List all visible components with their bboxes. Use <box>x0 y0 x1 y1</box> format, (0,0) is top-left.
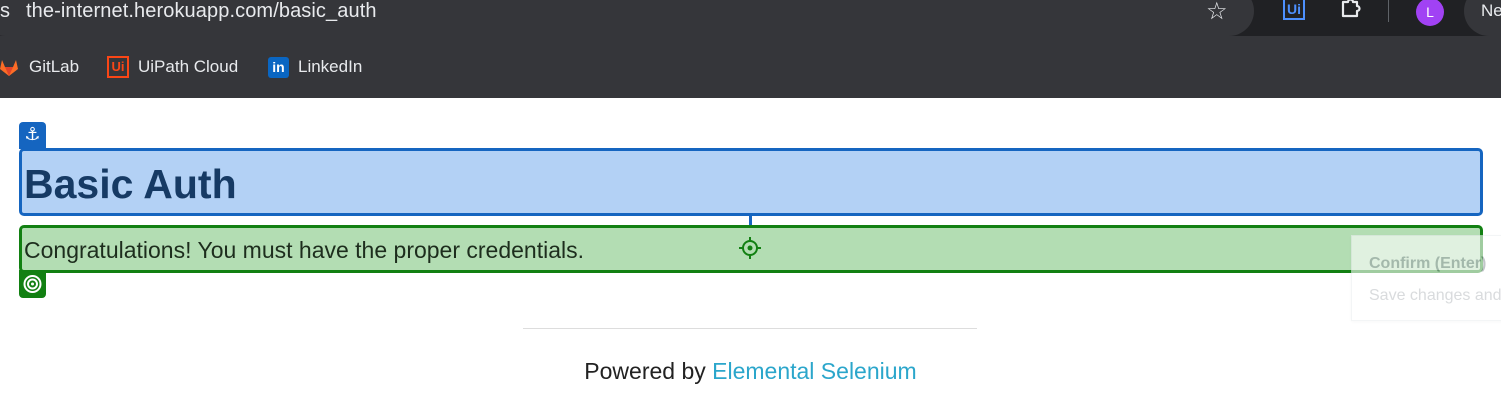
new-chip-label: Ne <box>1481 1 1501 20</box>
profile-avatar[interactable]: L <box>1416 0 1444 26</box>
gitlab-icon <box>0 60 18 76</box>
anchor-icon: ⚓ <box>19 122 46 149</box>
bookmarks-bar: GitLab Ui UiPath Cloud in LinkedIn <box>0 36 1501 98</box>
target-tag <box>19 270 46 298</box>
extensions-puzzle-icon[interactable] <box>1338 0 1362 20</box>
bookmark-uipath-cloud[interactable]: Ui UiPath Cloud <box>107 55 238 79</box>
bookmark-label: LinkedIn <box>298 57 363 76</box>
linkedin-icon: in <box>268 56 289 78</box>
success-message: Congratulations! You must have the prope… <box>24 237 585 263</box>
browser-toolbar: s the-internet.herokuapp.com/basic_auth … <box>0 0 1501 36</box>
uipath-extension-icon[interactable]: Ui <box>1283 0 1305 20</box>
bookmark-gitlab[interactable]: GitLab <box>0 55 79 79</box>
target-icon <box>23 275 42 293</box>
bookmark-linkedin[interactable]: in LinkedIn <box>268 55 362 79</box>
bookmark-star-icon[interactable]: ☆ <box>1206 0 1228 24</box>
confirm-title[interactable]: Confirm (Enter) <box>1369 255 1486 273</box>
confirm-subtitle: Save changes and <box>1369 287 1501 304</box>
bookmark-label: GitLab <box>29 57 80 76</box>
site-info-icon-fragment[interactable]: s <box>0 0 10 22</box>
page-footer: Powered by Elemental Selenium <box>0 358 1501 385</box>
bookmark-label: UiPath Cloud <box>138 57 239 76</box>
elemental-selenium-link[interactable]: Elemental Selenium <box>712 358 917 384</box>
new-chrome-available-chip[interactable]: Ne <box>1464 0 1501 36</box>
crosshair-icon <box>739 237 761 259</box>
address-bar-url[interactable]: the-internet.herokuapp.com/basic_auth <box>26 0 377 22</box>
toolbar-divider <box>1388 0 1389 22</box>
page-title: Basic Auth <box>24 161 237 207</box>
footer-divider <box>523 328 977 329</box>
confirm-popup[interactable]: Confirm (Enter) Save changes and <box>1351 235 1501 321</box>
footer-prefix: Powered by <box>584 358 713 384</box>
anchor-highlight-box: Basic Auth <box>19 148 1483 216</box>
uipath-icon: Ui <box>107 56 129 78</box>
